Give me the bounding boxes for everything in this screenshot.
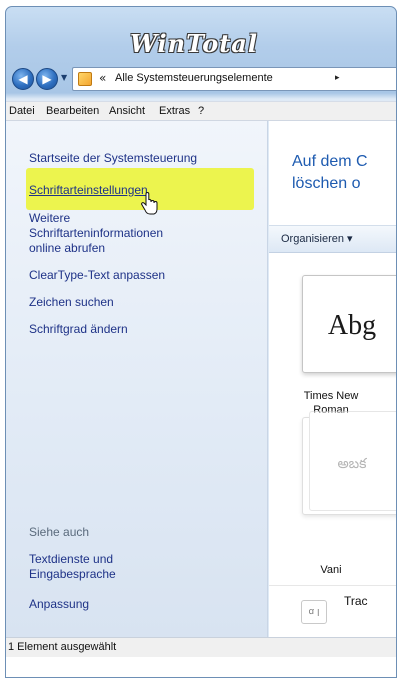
content-pane: Auf dem C löschen o Organisieren ▾ Abg T…: [269, 121, 396, 637]
navigation-bar: ◀ ▶ ▼ « Alle Systemsteuerungselemente ▸: [6, 67, 396, 91]
menu-edit[interactable]: Bearbeiten: [46, 105, 99, 117]
font-preview-sample: అబక: [337, 456, 367, 472]
explorer-window: WinTotal ◀ ▶ ▼ « Alle Systemsteuerungsel…: [5, 6, 397, 678]
sidebar-link-change-font-size[interactable]: Schriftgrad ändern: [29, 322, 128, 337]
breadcrumb-arrow-icon[interactable]: ▸: [335, 73, 340, 83]
sidebar-link-more-fonts-1[interactable]: Weitere: [29, 211, 70, 226]
font-caption-vani: Vani: [320, 564, 342, 576]
back-arrow-icon[interactable]: ◀: [12, 68, 34, 90]
menu-bar: Datei Bearbeiten Ansicht Extras ?: [6, 101, 396, 121]
see-also-heading: Siehe auch: [29, 525, 90, 539]
recent-pages-dropdown-icon[interactable]: ▼: [61, 73, 67, 82]
breadcrumb-overflow-icon[interactable]: «: [99, 71, 106, 85]
sidebar-link-more-fonts-3[interactable]: online abrufen: [29, 241, 105, 256]
see-also-text-services-1[interactable]: Textdienste und: [29, 552, 113, 567]
sidebar-link-font-settings[interactable]: Schriftarteinstellungen: [29, 183, 148, 198]
font-file-icon: ꭤ ꞁ: [301, 600, 327, 624]
menu-view[interactable]: Ansicht: [109, 105, 145, 117]
page-title-line-2: löschen o: [292, 175, 361, 192]
menu-help[interactable]: ?: [198, 105, 204, 117]
font-list-item[interactable]: ꭤ ꞁ Trac: [269, 585, 396, 629]
forward-arrow-icon[interactable]: ▶: [36, 68, 58, 90]
breadcrumb-all-control-panel-items[interactable]: Alle Systemsteuerungselemente: [115, 72, 273, 84]
hand-cursor-icon: [140, 192, 158, 215]
font-preview-sample: Abg: [327, 310, 377, 341]
page-title-line-1: Auf dem C: [292, 153, 368, 170]
page-title: Auf dem C löschen o: [292, 151, 396, 195]
task-pane: Startseite der Systemsteuerung Schriftar…: [6, 121, 268, 637]
see-also-text-services-2[interactable]: Eingabesprache: [29, 567, 116, 582]
sidebar-link-control-panel-home[interactable]: Startseite der Systemsteuerung: [29, 151, 197, 166]
wintotal-watermark: WinTotal: [130, 29, 258, 58]
see-also-personalization[interactable]: Anpassung: [29, 597, 89, 612]
status-text: 1 Element ausgewählt: [8, 641, 117, 653]
menu-file[interactable]: Datei: [9, 105, 35, 117]
font-tile-vani[interactable]: అబక: [302, 411, 396, 515]
organize-button[interactable]: Organisieren ▾: [281, 232, 353, 245]
sidebar-link-find-character[interactable]: Zeichen suchen: [29, 295, 114, 310]
sidebar-link-cleartype[interactable]: ClearType-Text anpassen: [29, 268, 165, 283]
control-panel-icon: [78, 72, 92, 86]
font-caption-line-1: Times New: [303, 390, 359, 402]
menu-extras[interactable]: Extras: [159, 105, 190, 117]
window-bottom: [6, 657, 396, 677]
sidebar-link-more-fonts-2[interactable]: Schriftarteninformationen: [29, 226, 163, 241]
command-bar: Organisieren ▾: [269, 225, 396, 253]
address-bar[interactable]: « Alle Systemsteuerungselemente ▸: [72, 67, 396, 91]
font-name: Trac: [344, 594, 368, 608]
status-bar: 1 Element ausgewählt: [6, 637, 396, 657]
font-tile-times-new-roman[interactable]: Abg: [302, 269, 396, 373]
